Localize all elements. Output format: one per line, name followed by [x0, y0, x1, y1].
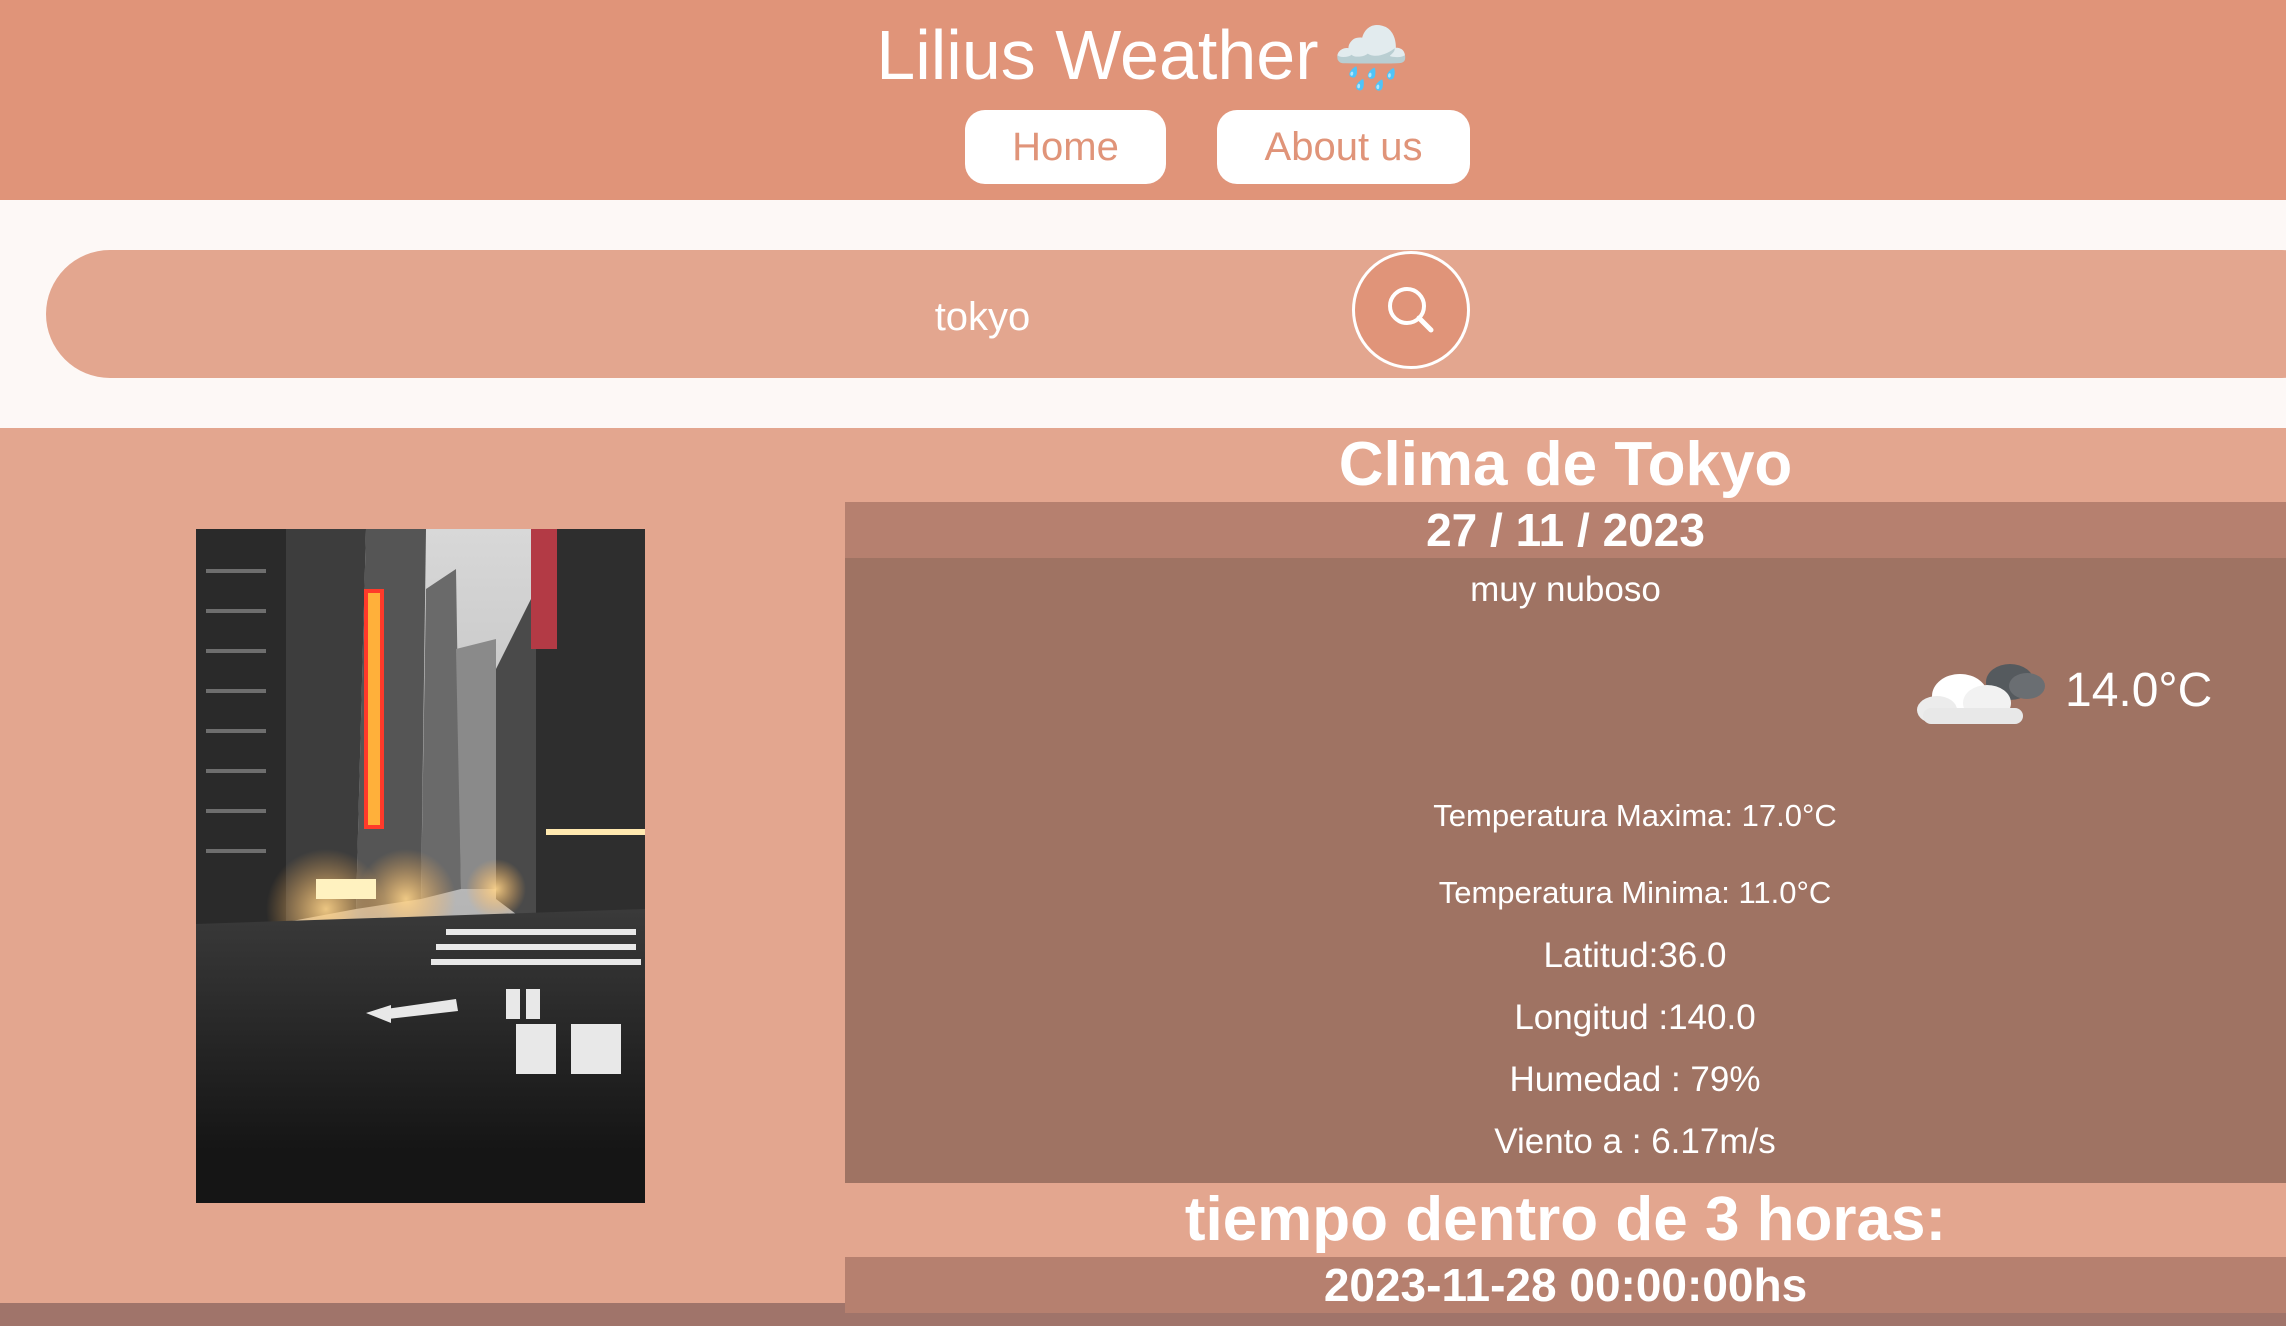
- wind-speed: Viento a : 6.17m/s: [1494, 1122, 1776, 1161]
- forecast-datetime: 2023-11-28 00:00:00hs: [845, 1257, 2286, 1313]
- weather-heading: Clima de Tokyo: [845, 428, 2286, 502]
- city-photo: [196, 529, 645, 1203]
- search-button[interactable]: [1352, 251, 1470, 369]
- cloudy-icon: [1917, 664, 2045, 724]
- humidity: Humedad : 79%: [1509, 1060, 1761, 1099]
- min-temperature: Temperatura Minima: 11.0°C: [1438, 875, 1832, 910]
- cloud-rain-icon: 🌧️: [1332, 24, 1410, 93]
- nav-about-button[interactable]: About us: [1217, 110, 1470, 184]
- current-temperature-row: 14.0°C: [1915, 640, 2212, 740]
- longitude: Longitud :140.0: [1514, 998, 1756, 1037]
- app-title: Lilius Weather 🌧️: [0, 10, 2286, 104]
- latitude: Latitud:36.0: [1543, 936, 1727, 975]
- search-input[interactable]: [46, 250, 1921, 378]
- search-icon: [1388, 287, 1434, 333]
- max-temperature: Temperatura Maxima: 17.0°C: [1433, 798, 1837, 833]
- current-temperature: 14.0°C: [2065, 663, 2213, 717]
- forecast-heading: tiempo dentro de 3 horas:: [845, 1183, 2286, 1257]
- weather-description: muy nuboso: [1470, 570, 1661, 609]
- nav-home-button[interactable]: Home: [965, 110, 1166, 184]
- weather-date: 27 / 11 / 2023: [845, 502, 2286, 558]
- app-title-text: Lilius Weather: [876, 16, 1319, 94]
